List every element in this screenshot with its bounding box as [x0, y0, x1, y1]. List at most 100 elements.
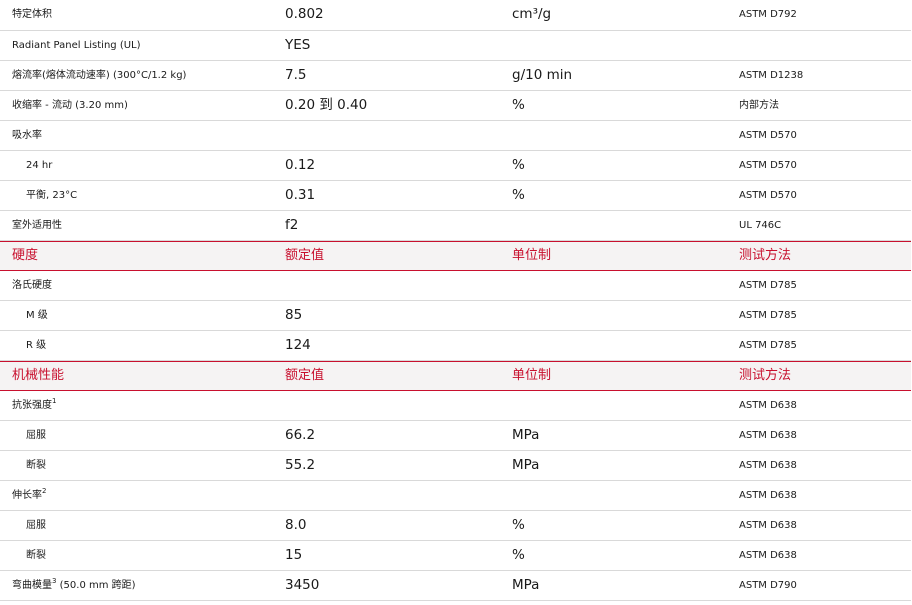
property-label: 收缩率 - 流动 (3.20 mm)	[12, 100, 128, 111]
test-method: ASTM D792	[739, 9, 797, 20]
property-label: 24 hr	[26, 160, 53, 171]
test-method: ASTM D638	[739, 430, 797, 441]
property-name: R 级	[26, 331, 46, 360]
property-value: 0.12	[285, 157, 316, 173]
test-method: 内部方法	[739, 100, 779, 111]
test-method: UL 746C	[739, 220, 782, 231]
table-row: 屈服 66.2 MPa ASTM D638	[0, 421, 911, 451]
property-label: 熔流率(熔体流动速率) (300°C/1.2 kg)	[12, 70, 187, 81]
table-row: 断裂 15% ASTM D638	[0, 541, 911, 571]
property-name: 断裂	[26, 451, 46, 480]
property-value: 0.802	[285, 6, 324, 22]
property-label: 抗张强度	[12, 400, 52, 411]
property-label: 平衡, 23°C	[26, 190, 78, 201]
property-label: 屈服	[26, 430, 46, 441]
table-row: 弯曲模量3 (50.0 mm 跨距) 3450 MPa ASTM D790	[0, 571, 911, 601]
property-label: Radiant Panel Listing (UL)	[12, 40, 141, 51]
table-row: 断裂 55.2 MPa ASTM D638	[0, 451, 911, 481]
table-row: 吸水率 ASTM D570	[0, 121, 911, 151]
column-header-method: 测试方法	[739, 248, 792, 263]
property-name: 弯曲模量3 (50.0 mm 跨距)	[12, 571, 136, 600]
property-name: M 级	[26, 301, 48, 330]
table-row: Radiant Panel Listing (UL) YES	[0, 31, 911, 61]
test-method: ASTM D1238	[739, 70, 804, 81]
property-name: 洛氏硬度	[12, 271, 52, 300]
table-row: 伸长率2 ASTM D638	[0, 481, 911, 511]
table-row: 屈服 8.0% ASTM D638	[0, 511, 911, 541]
table-row: M 级 85 ASTM D785	[0, 301, 911, 331]
property-value: 0.20 到 0.40	[285, 97, 368, 113]
property-value: 66.2	[285, 427, 316, 443]
property-value: 55.2	[285, 457, 316, 473]
table-row: R 级 124 ASTM D785	[0, 331, 911, 361]
property-label: 断裂	[26, 550, 46, 561]
footnote-marker: 2	[42, 487, 47, 495]
property-value: 15	[285, 547, 303, 563]
footnote-marker: 1	[52, 397, 57, 405]
test-method: ASTM D638	[739, 550, 797, 561]
property-value: 124	[285, 337, 311, 353]
test-method: ASTM D785	[739, 280, 797, 291]
property-unit: %	[512, 187, 525, 203]
table-row: 24 hr 0.12% ASTM D570	[0, 151, 911, 181]
property-label: 屈服	[26, 520, 46, 531]
property-name: Radiant Panel Listing (UL)	[12, 31, 141, 60]
property-name: 屈服	[26, 511, 46, 540]
section-header-row: 机械性能 额定值 单位制 测试方法	[0, 361, 911, 391]
property-label: M 级	[26, 310, 48, 321]
property-value: 7.5	[285, 67, 307, 83]
property-unit: cm³/g	[512, 6, 552, 22]
table-row: 室外适用性 f2 UL 746C	[0, 211, 911, 241]
table-row: 收缩率 - 流动 (3.20 mm) 0.20 到 0.40% 内部方法	[0, 91, 911, 121]
test-method: ASTM D785	[739, 340, 797, 351]
property-name: 熔流率(熔体流动速率) (300°C/1.2 kg)	[12, 61, 186, 90]
property-value: 85	[285, 307, 303, 323]
property-name: 室外适用性	[12, 211, 62, 240]
table-row: 平衡, 23°C 0.31% ASTM D570	[0, 181, 911, 211]
property-unit: MPa	[512, 457, 540, 473]
property-name: 抗张强度1	[12, 391, 56, 420]
column-header-method: 测试方法	[739, 368, 792, 383]
property-label: 弯曲模量	[12, 580, 52, 591]
test-method: ASTM D785	[739, 310, 797, 321]
property-value: 0.31	[285, 187, 316, 203]
column-header-unit: 单位制	[512, 368, 552, 383]
property-name: 平衡, 23°C	[26, 181, 77, 210]
column-header-value: 额定值	[285, 248, 325, 263]
test-method: ASTM D638	[739, 460, 797, 471]
property-label: R 级	[26, 340, 47, 351]
property-unit: %	[512, 517, 525, 533]
test-method: ASTM D638	[739, 400, 797, 411]
property-unit: MPa	[512, 577, 540, 593]
section-title: 机械性能	[12, 368, 65, 383]
property-label: 室外适用性	[12, 220, 62, 231]
property-label: 伸长率	[12, 490, 42, 501]
property-name: 收缩率 - 流动 (3.20 mm)	[12, 91, 128, 120]
property-name: 24 hr	[26, 151, 52, 180]
column-header-unit: 单位制	[512, 248, 552, 263]
property-unit: g/10 min	[512, 67, 573, 83]
property-unit: MPa	[512, 427, 540, 443]
property-value: f2	[285, 217, 299, 233]
table-row: 抗张强度1 ASTM D638	[0, 391, 911, 421]
property-label: 断裂	[26, 460, 46, 471]
section-title: 硬度	[12, 248, 39, 263]
property-value: 8.0	[285, 517, 307, 533]
table-row: 特定体积 0.802 cm³/g ASTM D792	[0, 0, 911, 31]
property-value: 3450	[285, 577, 320, 593]
test-method: ASTM D638	[739, 490, 797, 501]
table-row: 熔流率(熔体流动速率) (300°C/1.2 kg) 7.5 g/10 min AST…	[0, 61, 911, 91]
property-name: 伸长率2	[12, 481, 46, 510]
property-value: YES	[285, 37, 311, 53]
property-label: 吸水率	[12, 130, 42, 141]
property-name: 吸水率	[12, 121, 42, 150]
property-name: 屈服	[26, 421, 46, 450]
test-method: ASTM D638	[739, 520, 797, 531]
property-condition: (50.0 mm 跨距)	[56, 580, 136, 591]
test-method: ASTM D790	[739, 580, 797, 591]
property-unit: %	[512, 97, 525, 113]
section-header-row: 硬度 额定值 单位制 测试方法	[0, 241, 911, 271]
property-label: 特定体积	[12, 9, 52, 20]
property-unit: %	[512, 157, 525, 173]
property-unit: %	[512, 547, 525, 563]
